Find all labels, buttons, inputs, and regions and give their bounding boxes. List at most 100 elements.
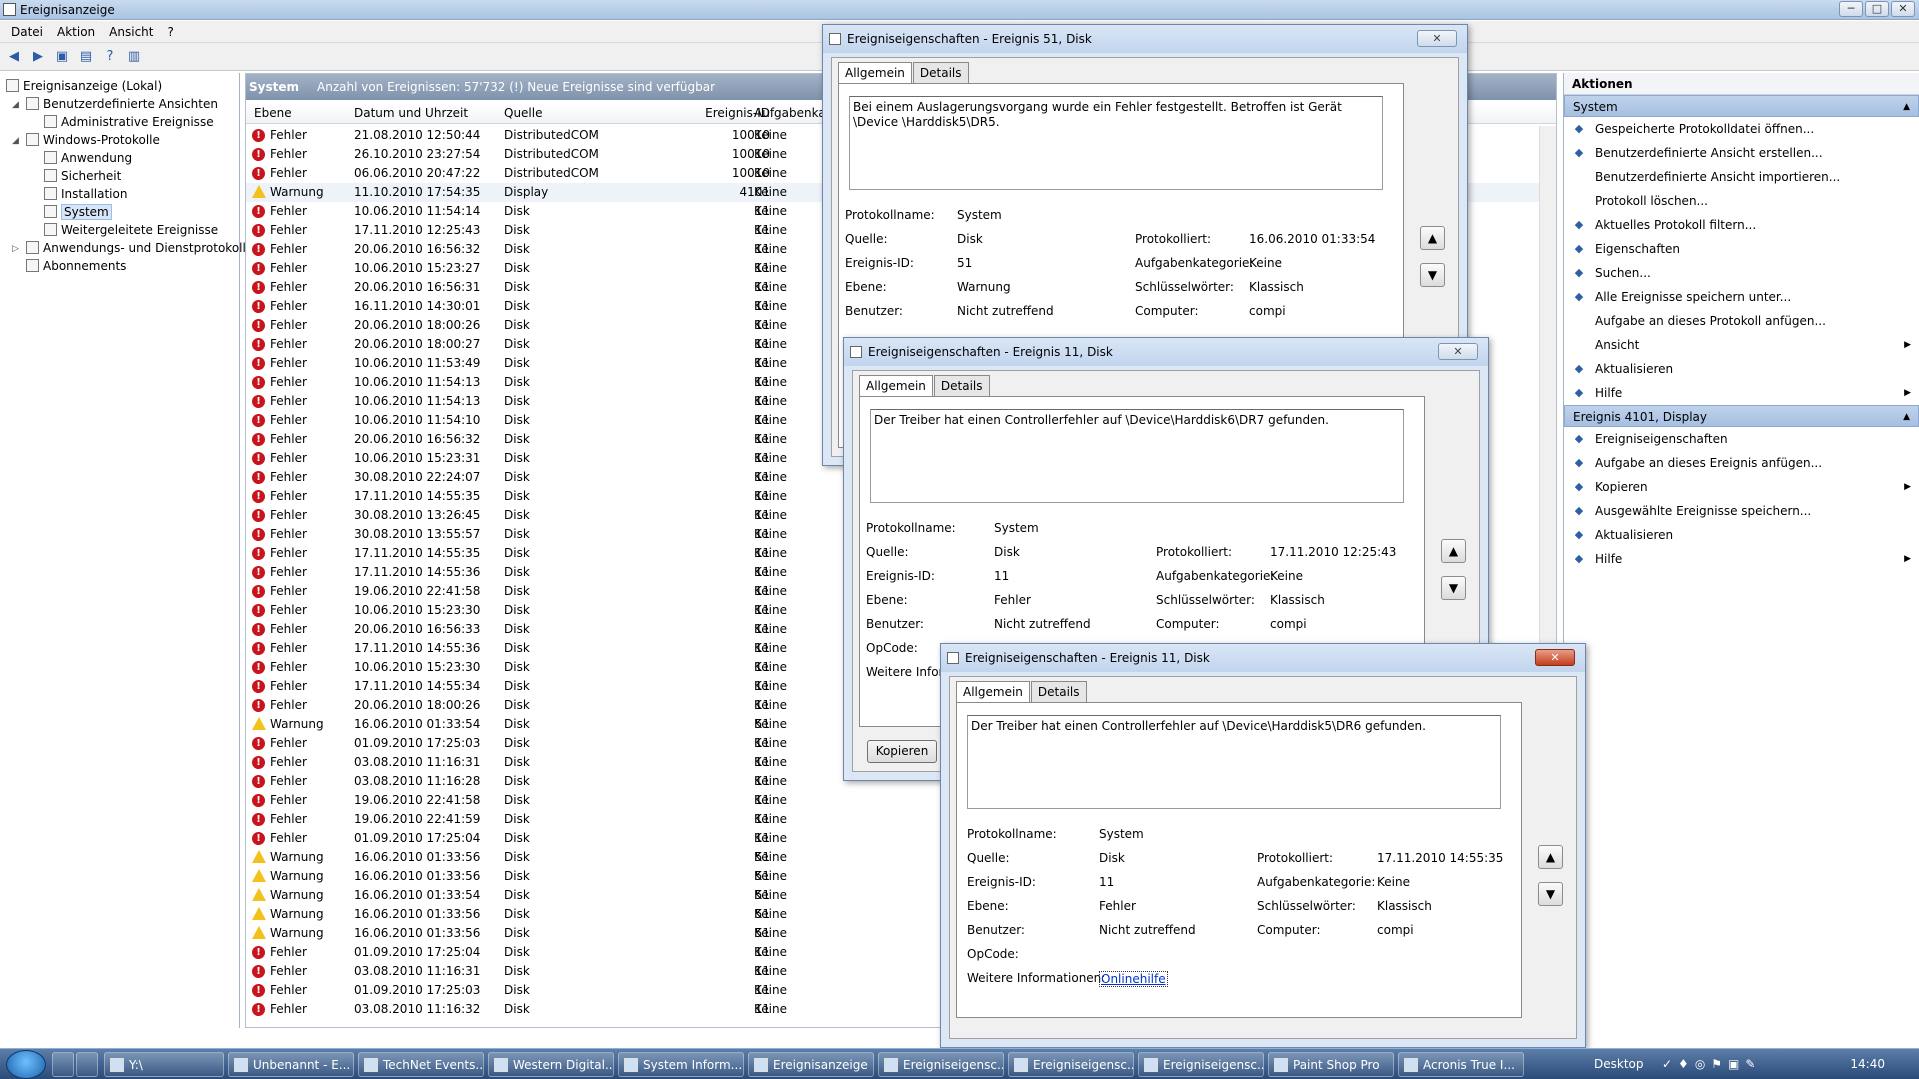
action-item[interactable]: Benutzerdefinierte Ansicht importieren..…	[1564, 165, 1919, 189]
tree-app-service-logs[interactable]: Anwendungs- und Dienstprotokolle	[26, 239, 253, 257]
collapse-arrow-icon[interactable]: ▲	[1903, 406, 1910, 428]
previous-event-arrow-icon[interactable]: ▲	[1420, 226, 1445, 250]
cell-task-category: Keine	[754, 432, 787, 446]
next-event-arrow-icon[interactable]: ▼	[1538, 882, 1563, 906]
forward-arrow-icon[interactable]: ▶	[28, 47, 48, 67]
event-message[interactable]: Bei einem Auslagerungsvorgang wurde ein …	[849, 96, 1383, 190]
back-arrow-icon[interactable]: ◀	[4, 47, 24, 67]
action-item[interactable]: ◆ Alle Ereignisse speichern unter...	[1564, 285, 1919, 309]
tab-general[interactable]: Allgemein	[859, 375, 933, 397]
column-source[interactable]: Quelle	[504, 106, 542, 120]
tree-subscriptions[interactable]: Abonnements	[26, 257, 126, 275]
desktop-toolbar[interactable]: Desktop	[1594, 1057, 1644, 1071]
previous-event-arrow-icon[interactable]: ▲	[1538, 845, 1563, 869]
cell-source: Disk	[504, 299, 530, 313]
tab-general[interactable]: Allgemein	[956, 681, 1030, 703]
action-item[interactable]: ◆ Benutzerdefinierte Ansicht erstellen...	[1564, 141, 1919, 165]
dialog-close-button[interactable]: ✕	[1535, 649, 1575, 666]
taskbar-button[interactable]: Ereigniseigensc...	[878, 1052, 1004, 1077]
expand-arrow-icon[interactable]: ◢	[12, 136, 19, 146]
next-event-arrow-icon[interactable]: ▼	[1441, 576, 1466, 600]
start-button-icon[interactable]	[6, 1050, 46, 1079]
event-message[interactable]: Der Treiber hat einen Controllerfehler a…	[967, 715, 1501, 809]
log-name: System	[249, 80, 299, 94]
action-item[interactable]: ◆ Hilfe ▶	[1564, 381, 1919, 405]
tree-custom-views[interactable]: Benutzerdefinierte Ansichten	[26, 95, 218, 113]
dialog-close-button[interactable]: ✕	[1417, 30, 1457, 47]
minimize-button[interactable]: ─	[1839, 1, 1863, 17]
column-task-category[interactable]: Aufgabenkat	[754, 106, 830, 120]
action-item[interactable]: ◆ Aktuelles Protokoll filtern...	[1564, 213, 1919, 237]
tab-details[interactable]: Details	[912, 62, 969, 83]
action-item[interactable]: Ansicht ▶	[1564, 333, 1919, 357]
tab-details[interactable]: Details	[1030, 681, 1087, 702]
actions-section-event[interactable]: Ereignis 4101, Display ▲	[1564, 405, 1919, 427]
next-event-arrow-icon[interactable]: ▼	[1420, 263, 1445, 287]
quick-launch-icon[interactable]	[76, 1052, 98, 1077]
value-source: Disk	[994, 545, 1020, 559]
copy-button[interactable]: Kopieren	[867, 740, 937, 763]
clock[interactable]: 14:40	[1850, 1057, 1885, 1071]
action-item[interactable]: ◆ Gespeicherte Protokolldatei öffnen...	[1564, 117, 1919, 141]
up-folder-icon[interactable]: ▣	[52, 47, 72, 67]
menu-help[interactable]: ?	[160, 25, 180, 39]
column-level[interactable]: Ebene	[254, 106, 292, 120]
menu-view[interactable]: Ansicht	[102, 25, 160, 39]
cell-source: Disk	[504, 261, 530, 275]
taskbar-button[interactable]: Acronis True I...	[1398, 1052, 1524, 1077]
tree-log-forwarded[interactable]: Weitergeleitete Ereignisse	[44, 221, 218, 239]
taskbar-button[interactable]: TechNet Events...	[358, 1052, 484, 1077]
action-item[interactable]: ◆ Hilfe ▶	[1564, 547, 1919, 571]
taskbar-button[interactable]: Paint Shop Pro	[1268, 1052, 1394, 1077]
action-item[interactable]: ◆ Ereigniseigenschaften	[1564, 427, 1919, 451]
quick-launch-icon[interactable]	[52, 1052, 74, 1077]
tree-log-application[interactable]: Anwendung	[44, 149, 132, 167]
tree-log-system[interactable]: System	[44, 203, 112, 221]
taskbar-button[interactable]: System Inform...	[618, 1052, 744, 1077]
tab-general[interactable]: Allgemein	[838, 62, 912, 84]
tab-details[interactable]: Details	[933, 375, 990, 396]
action-label: Alle Ereignisse speichern unter...	[1595, 290, 1792, 304]
taskbar-button[interactable]: Ereigniseigensc...	[1008, 1052, 1134, 1077]
taskbar-button[interactable]: Western Digital...	[488, 1052, 614, 1077]
expand-arrow-icon[interactable]: ◢	[12, 100, 19, 110]
show-hide-action-pane-icon[interactable]: ▥	[124, 47, 144, 67]
maximize-button[interactable]: □	[1865, 1, 1889, 17]
taskbar-button[interactable]: Unbenannt - E...	[228, 1052, 354, 1077]
help-icon[interactable]: ?	[100, 47, 120, 67]
tree-log-setup[interactable]: Installation	[44, 185, 127, 203]
collapsed-arrow-icon[interactable]: ▷	[12, 244, 19, 254]
action-item[interactable]: ◆ Eigenschaften	[1564, 237, 1919, 261]
column-datetime[interactable]: Datum und Uhrzeit	[354, 106, 468, 120]
tree-log-security[interactable]: Sicherheit	[44, 167, 121, 185]
tree-windows-logs[interactable]: Windows-Protokolle	[26, 131, 160, 149]
action-item[interactable]: Aufgabe an dieses Protokoll anfügen...	[1564, 309, 1919, 333]
taskbar-button[interactable]: Ereignisanzeige	[748, 1052, 874, 1077]
taskbar-button-label: Western Digital...	[513, 1058, 614, 1072]
action-item[interactable]: ◆ Suchen...	[1564, 261, 1919, 285]
action-item[interactable]: Protokoll löschen...	[1564, 189, 1919, 213]
actions-section-system[interactable]: System ▲	[1564, 95, 1919, 117]
menu-action[interactable]: Aktion	[50, 25, 102, 39]
cell-level: Fehler	[270, 774, 307, 788]
cell-task-category: Keine	[754, 812, 787, 826]
event-message[interactable]: Der Treiber hat einen Controllerfehler a…	[870, 409, 1404, 503]
previous-event-arrow-icon[interactable]: ▲	[1441, 539, 1466, 563]
cell-level: Fehler	[270, 679, 307, 693]
dialog-close-button[interactable]: ✕	[1438, 343, 1478, 360]
action-item[interactable]: ◆ Aufgabe an dieses Ereignis anfügen...	[1564, 451, 1919, 475]
taskbar-button[interactable]: Y:\	[104, 1052, 224, 1077]
action-item[interactable]: ◆ Ausgewählte Ereignisse speichern...	[1564, 499, 1919, 523]
online-help-link[interactable]: Onlinehilfe	[1099, 971, 1168, 987]
action-item[interactable]: ◆ Kopieren ▶	[1564, 475, 1919, 499]
tree-root[interactable]: Ereignisanzeige (Lokal)	[6, 77, 162, 95]
collapse-arrow-icon[interactable]: ▲	[1903, 96, 1910, 118]
tray-icons[interactable]: ✓♦◎⚑▣✎	[1662, 1057, 1761, 1071]
taskbar-button[interactable]: Ereigniseigensc...	[1138, 1052, 1264, 1077]
close-button[interactable]: ✕	[1891, 1, 1915, 17]
action-item[interactable]: ◆ Aktualisieren	[1564, 357, 1919, 381]
show-hide-tree-icon[interactable]: ▤	[76, 47, 96, 67]
menu-file[interactable]: Datei	[4, 25, 50, 39]
action-item[interactable]: ◆ Aktualisieren	[1564, 523, 1919, 547]
tree-admin-events[interactable]: Administrative Ereignisse	[44, 113, 214, 131]
